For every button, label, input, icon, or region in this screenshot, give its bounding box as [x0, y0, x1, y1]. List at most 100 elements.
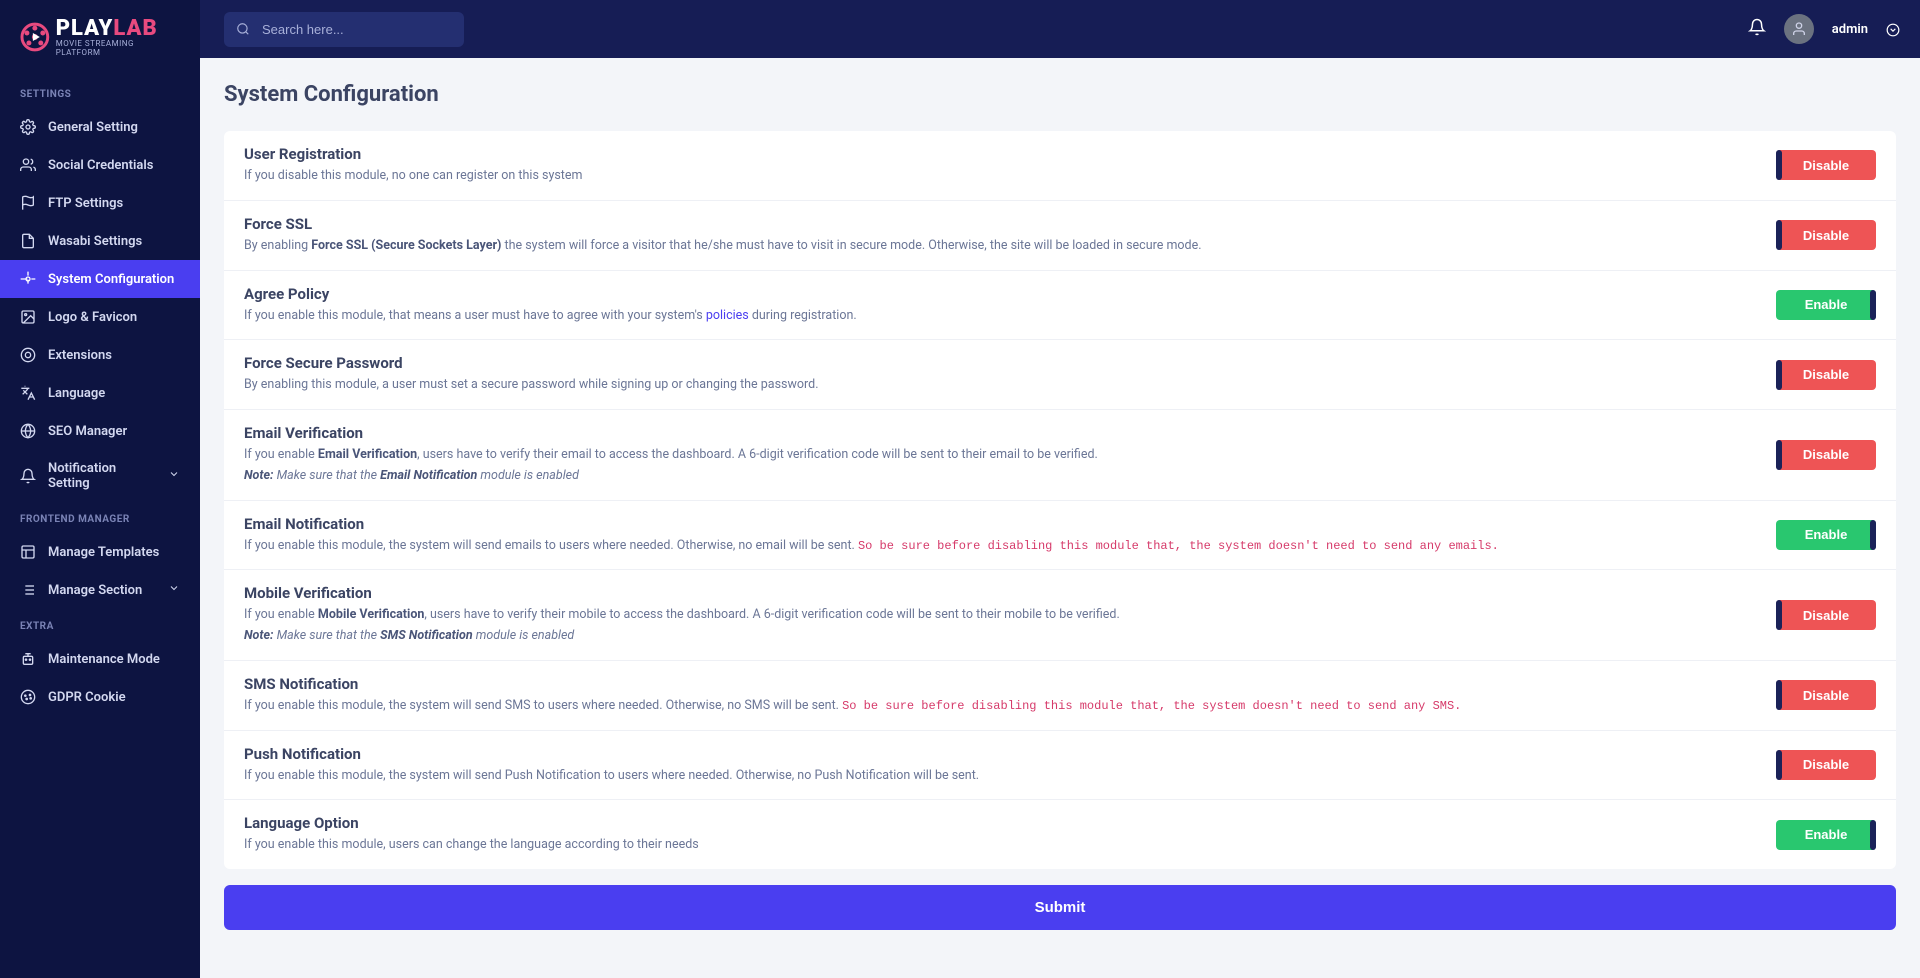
toggle-handle: [1776, 220, 1782, 250]
config-desc: If you enable Email Verification, users …: [244, 446, 1756, 486]
nav-seo-manager[interactable]: SEO Manager: [0, 412, 200, 450]
config-row: Language Option If you enable this modul…: [224, 800, 1896, 869]
bell-icon: [20, 468, 36, 484]
config-desc: If you enable Mobile Verification, users…: [244, 606, 1756, 646]
config-title: Force SSL: [244, 215, 1756, 233]
config-title: Agree Policy: [244, 285, 1756, 303]
config-card: User Registration If you disable this mo…: [224, 131, 1896, 869]
config-desc: If you enable this module, that means a …: [244, 307, 1756, 326]
nav-social-credentials[interactable]: Social Credentials: [0, 146, 200, 184]
language-icon: [20, 385, 36, 401]
file-icon: [20, 233, 36, 249]
sidebar: PLAYLAB MOVIE STREAMING PLATFORM SETTING…: [0, 0, 200, 978]
logo[interactable]: PLAYLAB MOVIE STREAMING PLATFORM: [0, 0, 200, 77]
config-row: Email Verification If you enable Email V…: [224, 410, 1896, 501]
config-desc: If you enable this module, users can cha…: [244, 836, 1756, 855]
toggle-label: Disable: [1776, 158, 1876, 173]
config-row: Push Notification If you enable this mod…: [224, 731, 1896, 801]
settings-icon: [20, 271, 36, 287]
toggle-label: Enable: [1776, 527, 1876, 542]
config-desc: If you disable this module, no one can r…: [244, 167, 1756, 186]
toggle-button[interactable]: Enable: [1776, 520, 1876, 550]
toggle-button[interactable]: Enable: [1776, 820, 1876, 850]
chevron-down-icon: [168, 468, 180, 484]
toggle-button[interactable]: Disable: [1776, 750, 1876, 780]
brand-tagline: MOVIE STREAMING PLATFORM: [56, 39, 180, 57]
nav-section-settings: SETTINGS: [0, 77, 200, 108]
config-row: Force SSL By enabling Force SSL (Secure …: [224, 201, 1896, 271]
toggle-button[interactable]: Disable: [1776, 220, 1876, 250]
nav-label: FTP Settings: [48, 196, 123, 211]
config-title: Mobile Verification: [244, 584, 1756, 602]
chevron-down-icon: [168, 582, 180, 598]
nav-logo-favicon[interactable]: Logo & Favicon: [0, 298, 200, 336]
toggle-handle: [1870, 520, 1876, 550]
toggle-button[interactable]: Enable: [1776, 290, 1876, 320]
nav-label: System Configuration: [48, 272, 174, 287]
nav-label: SEO Manager: [48, 424, 127, 439]
config-desc: If you enable this module, the system wi…: [244, 767, 1756, 786]
config-title: User Registration: [244, 145, 1756, 163]
notifications-icon[interactable]: [1748, 18, 1766, 40]
config-title: Language Option: [244, 814, 1756, 832]
config-title: Email Verification: [244, 424, 1756, 442]
toggle-label: Enable: [1776, 827, 1876, 842]
toggle-handle: [1776, 440, 1782, 470]
toggle-button[interactable]: Disable: [1776, 600, 1876, 630]
nav-manage-section[interactable]: Manage Section: [0, 571, 200, 609]
config-title: Email Notification: [244, 515, 1756, 533]
nav-maintenance-mode[interactable]: Maintenance Mode: [0, 640, 200, 678]
toggle-handle: [1776, 600, 1782, 630]
toggle-label: Disable: [1776, 757, 1876, 772]
config-row: SMS Notification If you enable this modu…: [224, 661, 1896, 731]
nav-label: Logo & Favicon: [48, 310, 137, 325]
toggle-handle: [1776, 150, 1782, 180]
nav-general-setting[interactable]: General Setting: [0, 108, 200, 146]
robot-icon: [20, 651, 36, 667]
main-content: System Configuration User Registration I…: [200, 0, 1920, 954]
toggle-button[interactable]: Disable: [1776, 440, 1876, 470]
config-desc: By enabling Force SSL (Secure Sockets La…: [244, 237, 1756, 256]
nav-ftp-settings[interactable]: FTP Settings: [0, 184, 200, 222]
toggle-label: Disable: [1776, 228, 1876, 243]
toggle-handle: [1870, 290, 1876, 320]
config-title: SMS Notification: [244, 675, 1756, 693]
search-input[interactable]: [224, 12, 464, 47]
puzzle-icon: [20, 347, 36, 363]
avatar[interactable]: [1784, 14, 1814, 44]
nav-label: Wasabi Settings: [48, 234, 142, 249]
toggle-label: Disable: [1776, 608, 1876, 623]
toggle-handle: [1776, 360, 1782, 390]
toggle-button[interactable]: Disable: [1776, 150, 1876, 180]
nav-label: Manage Templates: [48, 545, 159, 560]
nav-extensions[interactable]: Extensions: [0, 336, 200, 374]
nav-label: Manage Section: [48, 583, 142, 598]
page-title: System Configuration: [224, 82, 1896, 107]
submit-button[interactable]: Submit: [224, 885, 1896, 930]
nav-gdpr-cookie[interactable]: GDPR Cookie: [0, 678, 200, 716]
topbar: admin: [200, 0, 1920, 58]
nav-label: General Setting: [48, 120, 138, 135]
globe-icon: [20, 423, 36, 439]
nav-label: Maintenance Mode: [48, 652, 160, 667]
nav-wasabi-settings[interactable]: Wasabi Settings: [0, 222, 200, 260]
config-desc: By enabling this module, a user must set…: [244, 376, 1756, 395]
nav-section-frontend: FRONTEND MANAGER: [0, 502, 200, 533]
nav-manage-templates[interactable]: Manage Templates: [0, 533, 200, 571]
config-row: Agree Policy If you enable this module, …: [224, 271, 1896, 341]
toggle-handle: [1870, 820, 1876, 850]
list-icon: [20, 582, 36, 598]
nav-system-configuration[interactable]: System Configuration: [0, 260, 200, 298]
config-row: Mobile Verification If you enable Mobile…: [224, 570, 1896, 661]
toggle-button[interactable]: Disable: [1776, 680, 1876, 710]
brand-name-a: PLAY: [56, 16, 114, 41]
toggle-label: Enable: [1776, 297, 1876, 312]
nav-notification-setting[interactable]: Notification Setting: [0, 450, 200, 502]
nav-language[interactable]: Language: [0, 374, 200, 412]
nav-section-extra: EXTRA: [0, 609, 200, 640]
toggle-button[interactable]: Disable: [1776, 360, 1876, 390]
users-icon: [20, 157, 36, 173]
gear-icon: [20, 119, 36, 135]
nav-label: Language: [48, 386, 105, 401]
user-menu-toggle[interactable]: [1886, 20, 1900, 39]
